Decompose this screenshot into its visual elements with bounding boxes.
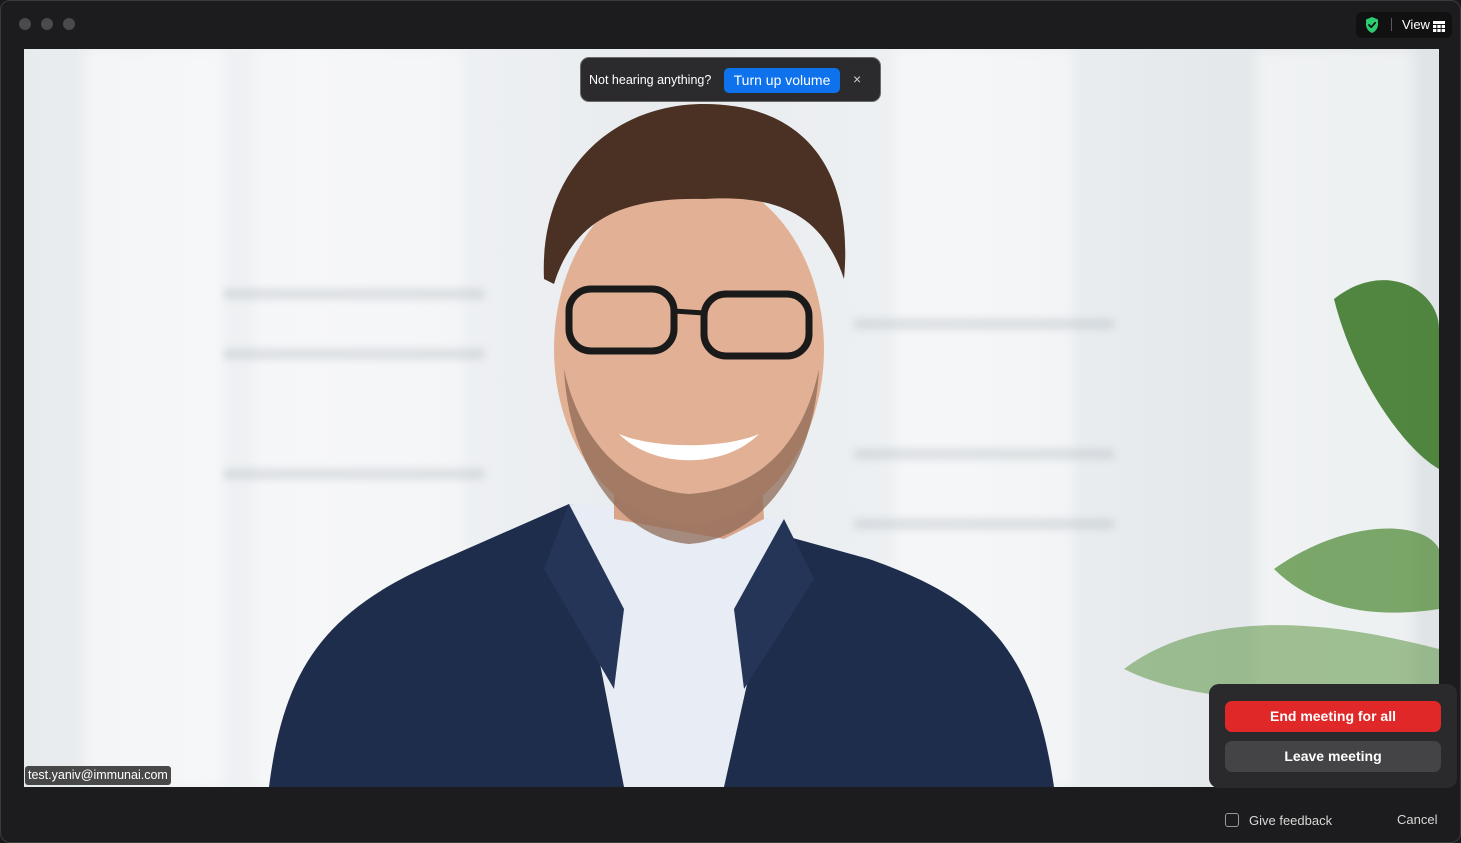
audio-message: Not hearing anything? — [589, 73, 712, 87]
leave-meeting-button[interactable]: Leave meeting — [1225, 741, 1441, 772]
end-meeting-menu: End meeting for all Leave meeting — [1209, 684, 1457, 788]
turn-up-volume-button[interactable]: Turn up volume — [724, 68, 840, 93]
participant-portrait — [269, 104, 1439, 787]
view-button[interactable]: View — [1402, 17, 1430, 33]
top-right-controls: View — [1356, 12, 1452, 38]
cancel-button[interactable]: Cancel — [1397, 812, 1437, 828]
participant-video[interactable] — [24, 49, 1439, 787]
close-window-button[interactable] — [19, 18, 31, 30]
participant-name-tag: test.yaniv@immunai.com — [25, 766, 171, 785]
give-feedback-checkbox[interactable] — [1225, 813, 1239, 827]
close-icon[interactable]: × — [853, 71, 861, 87]
give-feedback-label[interactable]: Give feedback — [1249, 813, 1332, 829]
shield-check-icon[interactable] — [1363, 16, 1381, 34]
plant-image — [1124, 280, 1439, 709]
end-meeting-for-all-button[interactable]: End meeting for all — [1225, 701, 1441, 732]
zoom-window-button[interactable] — [63, 18, 75, 30]
minimize-window-button[interactable] — [41, 18, 53, 30]
audio-notification: Not hearing anything? Turn up volume × — [580, 57, 881, 102]
divider — [1391, 18, 1392, 31]
meeting-window: View Not hearing anything? Turn up volum… — [0, 0, 1461, 843]
title-bar: View — [1, 1, 1460, 47]
grid-view-icon[interactable] — [1433, 19, 1445, 32]
